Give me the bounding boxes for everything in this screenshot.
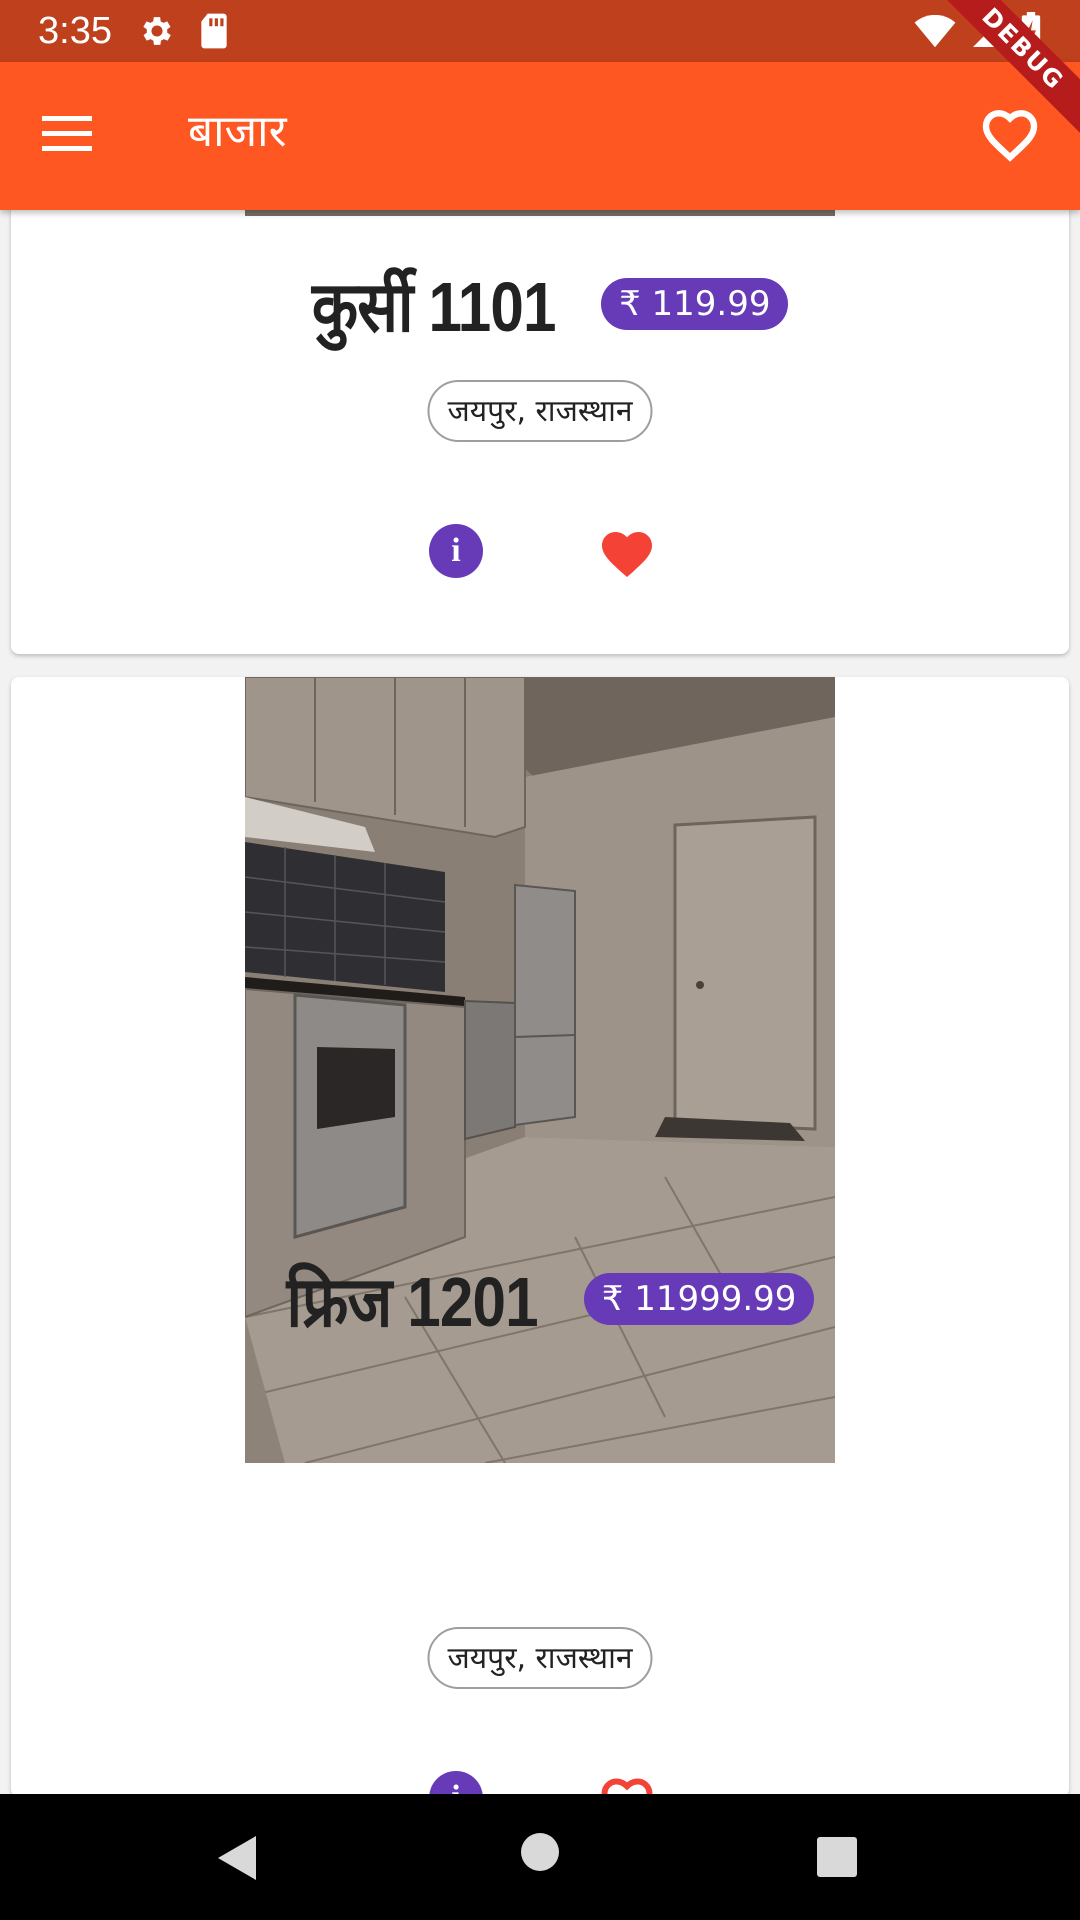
back-button[interactable] — [216, 1834, 260, 1886]
title-row: कुर्सी 1101 ₹ 119.99 — [11, 256, 1069, 352]
favorites-button[interactable] — [978, 102, 1050, 174]
home-button[interactable] — [520, 1832, 560, 1876]
product-card[interactable]: कुर्सी 1101 ₹ 119.99 जयपुर, राजस्थान i — [11, 150, 1069, 654]
status-bar: 3:35 — [0, 0, 1080, 62]
recents-button[interactable] — [816, 1836, 858, 1882]
price-badge: ₹ 11999.99 — [583, 1273, 815, 1325]
screen: 3:35 DEBUG बाजार कुर्सी 1101 ₹ 119.99 जय… — [0, 0, 1080, 1920]
product-title: फ्रिज 1201 — [286, 1263, 538, 1341]
home-icon — [521, 1833, 559, 1871]
status-left-icons — [138, 12, 230, 50]
location-chip: जयपुर, राजस्थान — [427, 1627, 653, 1689]
product-title: कुर्सी 1101 — [311, 268, 556, 346]
heart-outline-icon — [982, 110, 1038, 162]
app-title: बाजार — [188, 106, 287, 157]
product-card[interactable]: फ्रिज 1201 ₹ 11999.99 जयपुर, राजस्थान i — [11, 677, 1069, 1797]
wifi-icon — [914, 15, 956, 48]
app-bar: बाजार — [0, 62, 1080, 210]
menu-button[interactable] — [42, 108, 106, 164]
menu-icon — [42, 116, 92, 151]
navigation-bar — [0, 1794, 1080, 1920]
heart-filled-icon — [602, 532, 652, 577]
settings-icon — [143, 17, 171, 45]
title-row: फ्रिज 1201 ₹ 11999.99 — [11, 1251, 1069, 1347]
sd-card-icon — [201, 13, 227, 49]
status-time: 3:35 — [38, 10, 112, 52]
back-icon — [218, 1836, 256, 1880]
favorite-button[interactable] — [597, 524, 657, 580]
info-button[interactable]: i — [429, 524, 483, 578]
price-badge: ₹ 119.99 — [601, 278, 789, 330]
info-icon: i — [451, 532, 461, 569]
location-chip: जयपुर, राजस्थान — [427, 380, 653, 442]
recents-icon — [817, 1837, 857, 1877]
